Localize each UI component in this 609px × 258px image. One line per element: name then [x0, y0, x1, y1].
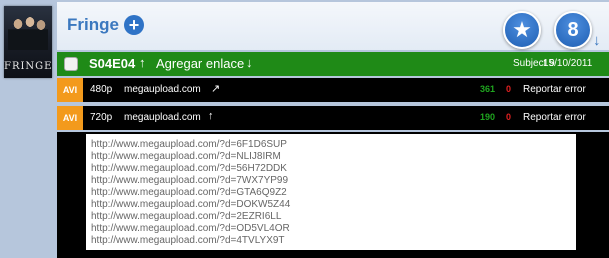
url-line[interactable]: http://www.megaupload.com/?d=2EZRI6LL — [91, 211, 576, 223]
series-header: Fringe + ★ 8 ↓ — [57, 2, 609, 50]
url-list-box[interactable]: http://www.megaupload.com/?d=6F1D6SUP ht… — [86, 134, 576, 250]
format-badge: AVI — [57, 78, 83, 102]
episode-count-badge[interactable]: 8 — [554, 11, 592, 49]
host-link[interactable]: megaupload.com — [124, 84, 201, 95]
arrow-up-icon[interactable]: ↑ — [139, 55, 146, 70]
add-link-button[interactable]: Agregar enlace — [156, 56, 244, 71]
poster-title: FRINGE — [4, 61, 52, 72]
count-value: 8 — [567, 19, 579, 41]
url-line[interactable]: http://www.megaupload.com/?d=DOKW5Z44 — [91, 199, 576, 211]
host-link[interactable]: megaupload.com — [124, 112, 201, 123]
url-line[interactable]: http://www.megaupload.com/?d=OD5VL4OR — [91, 223, 576, 235]
episode-checkbox[interactable] — [64, 57, 78, 71]
link-row[interactable]: AVI 480p megaupload.com ↗ 361 0 Reportar… — [57, 78, 609, 102]
external-link-icon[interactable]: ↗ — [211, 82, 220, 95]
url-line[interactable]: http://www.megaupload.com/?d=56H72DDK — [91, 163, 576, 175]
negative-votes: 0 — [506, 84, 512, 94]
arrow-up-icon[interactable]: ↑ — [208, 110, 214, 122]
arrow-down-icon[interactable]: ↓ — [593, 32, 601, 49]
report-error-link[interactable]: Reportar error — [523, 112, 586, 123]
url-line[interactable]: http://www.megaupload.com/?d=7WX7YP99 — [91, 175, 576, 187]
arrow-down-icon[interactable]: ↓ — [246, 55, 253, 70]
star-icon: ★ — [512, 17, 532, 42]
negative-votes: 0 — [506, 112, 512, 122]
poster-cast-image — [8, 12, 48, 50]
series-title[interactable]: Fringe — [67, 15, 119, 35]
favorite-star-button[interactable]: ★ — [503, 11, 541, 49]
positive-votes: 361 — [480, 84, 496, 94]
series-poster[interactable]: FRINGE — [4, 6, 52, 78]
url-line[interactable]: http://www.megaupload.com/?d=4TVLYX9T — [91, 235, 576, 247]
link-row[interactable]: AVI 720p megaupload.com ↑ 190 0 Reportar… — [57, 106, 609, 130]
report-error-link[interactable]: Reportar error — [523, 84, 586, 95]
quality-label: 720p — [90, 112, 113, 123]
format-badge: AVI — [57, 106, 83, 130]
expanded-links-panel: http://www.megaupload.com/?d=6F1D6SUP ht… — [57, 132, 609, 258]
url-line[interactable]: http://www.megaupload.com/?d=NLIJ8IRM — [91, 151, 576, 163]
url-line[interactable]: http://www.megaupload.com/?d=GTA6Q9Z2 — [91, 187, 576, 199]
quality-label: 480p — [90, 84, 113, 95]
url-line[interactable]: http://www.megaupload.com/?d=6F1D6SUP — [91, 139, 576, 151]
episode-date: 15/10/2011 — [543, 58, 593, 69]
add-icon[interactable]: + — [124, 15, 144, 35]
episode-code: S04E04 — [89, 56, 136, 71]
episode-row: S04E04 ↑ Agregar enlace ↓ Subject 9 15/1… — [57, 52, 609, 76]
positive-votes: 190 — [480, 112, 496, 122]
